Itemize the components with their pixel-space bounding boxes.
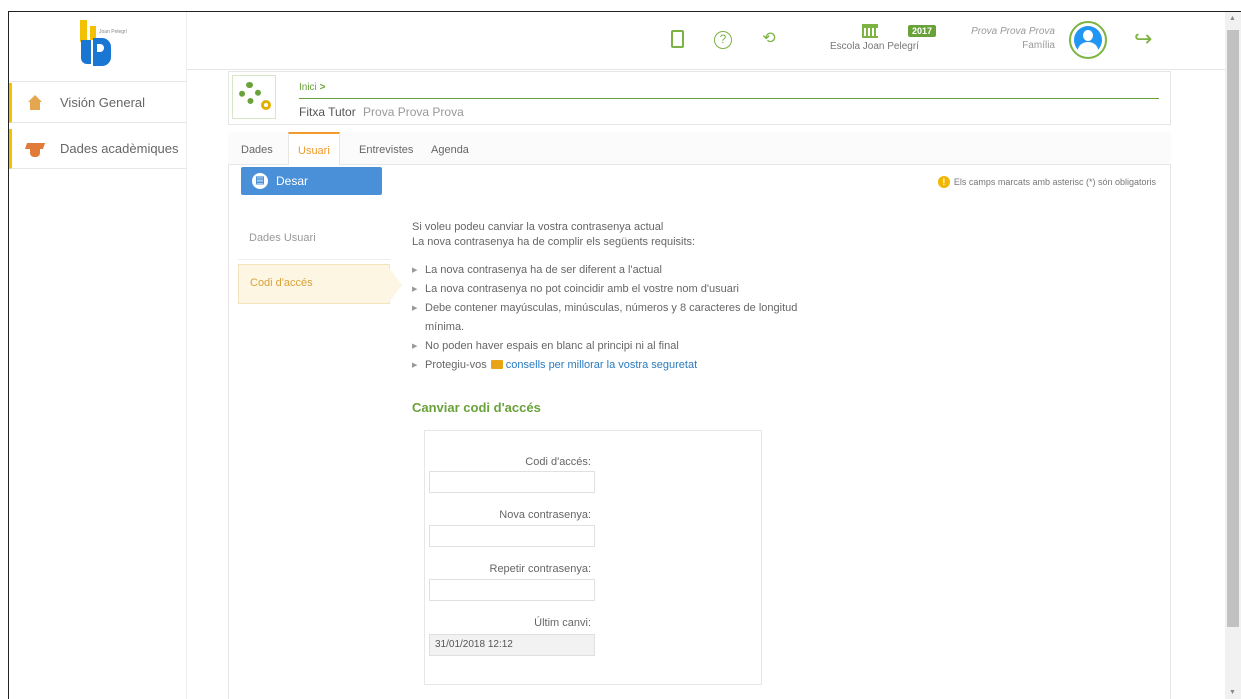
- rule-item: La nova contrasenya ha de ser diferent a…: [412, 261, 812, 280]
- info-line: La nova contrasenya ha de complir els se…: [412, 236, 696, 248]
- tab-usuari[interactable]: Usuari: [288, 132, 340, 166]
- app-frame: Joan Pelegrí Visión General Dades acadèm…: [8, 11, 1241, 699]
- logo-letter-p: [93, 38, 111, 66]
- scroll-down-icon[interactable]: ▼: [1229, 689, 1236, 696]
- sidebar: Joan Pelegrí Visión General Dades acadèm…: [9, 12, 187, 699]
- side-menu-dades-usuari[interactable]: Dades Usuari: [238, 220, 390, 260]
- user-name: Prova Prova Prova: [971, 26, 1055, 37]
- page-header: Inici > Fitxa Tutor Prova Prova Prova: [228, 71, 1171, 125]
- logo[interactable]: Joan Pelegrí: [9, 12, 187, 82]
- top-bar: ? ⟲ Escola Joan Pelegrí 2017 Prova Prova…: [187, 12, 1241, 70]
- scroll-up-icon[interactable]: ▲: [1229, 15, 1236, 22]
- password-info: Si voleu podeu canviar la vostra contras…: [412, 220, 695, 250]
- breadcrumb-separator: >: [319, 82, 326, 93]
- repeat-password-label: Repetir contrasenya:: [489, 563, 592, 575]
- logo-letter-j: [81, 40, 91, 64]
- history-icon[interactable]: ⟲: [758, 28, 780, 50]
- current-password-field[interactable]: [429, 471, 595, 493]
- gear-icon: [239, 82, 261, 104]
- rule-item: La nova contrasenya no pot coincidir amb…: [412, 280, 812, 299]
- rule-item: Debe contener mayúsculas, minúsculas, nú…: [412, 299, 812, 337]
- save-button[interactable]: ▤ Desar: [241, 167, 382, 195]
- required-note-text: Els camps marcats amb asterisc (*) són o…: [953, 177, 1156, 187]
- logo-small-text: Joan Pelegrí: [99, 29, 128, 35]
- page-title: Fitxa Tutor Prova Prova Prova: [299, 105, 464, 119]
- current-password-label: Codi d'accés:: [525, 456, 591, 468]
- password-rules: La nova contrasenya ha de ser diferent a…: [412, 261, 812, 375]
- breadcrumb-home-link[interactable]: Inici: [299, 82, 317, 93]
- year-badge[interactable]: 2017: [908, 25, 937, 37]
- avatar[interactable]: [1069, 21, 1107, 59]
- sidebar-item-label: Visión General: [60, 95, 146, 110]
- side-menu-codi-acces[interactable]: Codi d'accés: [238, 264, 402, 304]
- lock-icon: [490, 360, 503, 369]
- last-change-label: Últim canvi:: [534, 617, 591, 629]
- sidebar-item-label: Dades acadèmiques: [60, 141, 179, 156]
- save-icon: ▤: [252, 173, 268, 189]
- page-title-subtitle: Prova Prova Prova: [363, 105, 464, 119]
- tab-dades[interactable]: Dades: [241, 144, 273, 156]
- section-title: Canviar codi d'accés: [412, 400, 541, 415]
- rule-item: No poden haver espais en blanc al princi…: [412, 337, 812, 356]
- main-content: ▤ Desar ! Els camps marcats amb asterisc…: [228, 165, 1171, 699]
- tab-bar: Dades Usuari Entrevistes Agenda: [228, 132, 1171, 166]
- settings-icon-box: [232, 75, 276, 119]
- small-gear-icon: [261, 100, 271, 110]
- header-divider: [299, 98, 1159, 99]
- required-fields-note: ! Els camps marcats amb asterisc (*) són…: [937, 176, 1156, 188]
- password-form: Codi d'accés: Nova contrasenya: Repetir …: [424, 430, 762, 685]
- warning-icon: !: [937, 176, 950, 188]
- security-tips-link[interactable]: consells per millorar la vostra segureta…: [506, 359, 697, 371]
- breadcrumb: Inici >: [299, 82, 325, 93]
- school-building-icon: [862, 24, 878, 38]
- logo-bar: [80, 20, 87, 42]
- tab-agenda[interactable]: Agenda: [431, 144, 469, 156]
- info-line: Si voleu podeu canviar la vostra contras…: [412, 221, 664, 233]
- user-side-menu: Dades Usuari Codi d'accés: [238, 220, 402, 304]
- help-icon[interactable]: ?: [712, 28, 734, 50]
- logout-icon[interactable]: ↪: [1134, 26, 1152, 52]
- phone-icon[interactable]: [666, 28, 688, 50]
- sidebar-item-vision-general[interactable]: Visión General: [9, 83, 187, 123]
- graduation-cap-icon: [26, 141, 44, 157]
- scrollbar-thumb[interactable]: [1227, 30, 1239, 627]
- repeat-password-field[interactable]: [429, 579, 595, 601]
- new-password-field[interactable]: [429, 525, 595, 547]
- rule-item-protect: Protegiu-vos consells per millorar la vos…: [412, 356, 812, 375]
- page-scrollbar[interactable]: ▲ ▼: [1225, 12, 1241, 699]
- last-change-value: 31/01/2018 12:12: [429, 634, 595, 656]
- tab-entrevistes[interactable]: Entrevistes: [359, 144, 413, 156]
- school-name: Escola Joan Pelegrí: [830, 41, 919, 52]
- sidebar-item-dades-academiques[interactable]: Dades acadèmiques: [9, 129, 187, 169]
- save-button-label: Desar: [276, 174, 309, 188]
- protect-prefix: Protegiu-vos: [425, 359, 487, 371]
- page-title-main: Fitxa Tutor: [299, 105, 356, 119]
- user-info[interactable]: Prova Prova Prova Família: [947, 25, 1055, 53]
- user-role: Família: [1022, 40, 1055, 51]
- new-password-label: Nova contrasenya:: [499, 509, 591, 521]
- house-icon: [26, 94, 44, 111]
